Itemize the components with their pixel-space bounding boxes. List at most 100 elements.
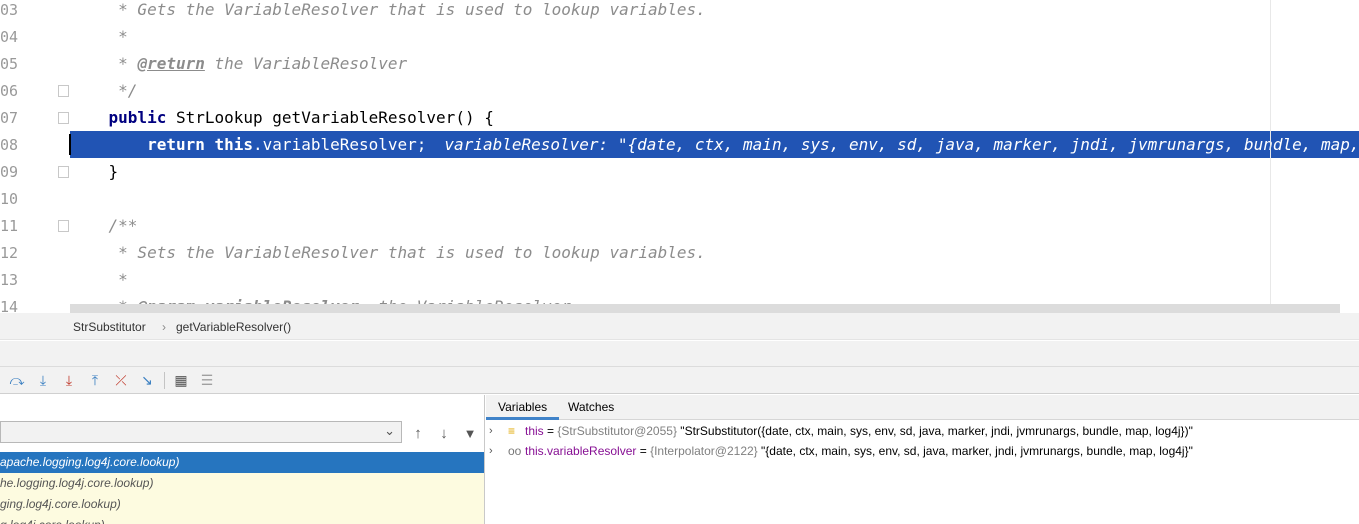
evaluate-expression-icon[interactable]: ▦: [172, 371, 190, 389]
frame-label: apache.logging.log4j.core.lookup): [0, 455, 180, 469]
step-into-icon[interactable]: ⤓: [34, 371, 52, 389]
line-number: 09: [0, 163, 19, 181]
line-number: 11: [0, 217, 19, 235]
code-token: *: [70, 54, 138, 73]
code-token: return this: [147, 135, 254, 154]
debug-tool-header: [0, 341, 1359, 367]
variables-panel: Variables Watches › ≡ this = {StrSubstituto…: [486, 395, 1359, 524]
line-number: 08: [0, 136, 19, 154]
code-token: @return: [137, 54, 205, 73]
code-token: *: [70, 270, 128, 289]
filter-icon[interactable]: ▼: [461, 424, 479, 442]
line-number: 06: [0, 82, 19, 100]
code-line[interactable]: *: [70, 23, 1359, 50]
frame-row[interactable]: ging.log4j.core.lookup): [0, 494, 484, 515]
horizontal-scrollbar[interactable]: [70, 304, 1340, 313]
variable-eq: =: [543, 424, 558, 438]
code-token: * Sets the VariableResolver that is used…: [70, 243, 706, 262]
code-line[interactable]: * @return the VariableResolver: [70, 50, 1359, 77]
gutter-line[interactable]: 12: [0, 239, 68, 266]
arrow-down-icon[interactable]: ↓: [435, 424, 453, 442]
variable-name: this.variableResolver: [525, 444, 637, 458]
frame-label: g.log4j.core.lookup): [0, 515, 105, 524]
gutter-line[interactable]: 07: [0, 104, 69, 131]
code-token: public: [108, 108, 167, 127]
step-over-icon[interactable]: ⤼: [8, 371, 26, 389]
code-area[interactable]: * Gets the VariableResolver that is used…: [69, 0, 1359, 313]
code-token: StrLookup getVariableResolver() {: [166, 108, 494, 127]
text-caret: [69, 134, 71, 155]
line-number: 04: [0, 28, 19, 46]
code-editor[interactable]: 03 04 05 06 07 08 09 10 11 12 13 14 * Gets the Vari…: [0, 0, 1359, 313]
variable-name: this: [525, 424, 544, 438]
code-line[interactable]: *: [70, 266, 1359, 293]
line-number: 07: [0, 109, 19, 127]
fold-marker-icon[interactable]: [58, 85, 69, 97]
trace-stream-icon[interactable]: ☰: [198, 371, 216, 389]
step-out-icon[interactable]: ⤒: [86, 371, 104, 389]
frame-label: he.logging.log4j.core.lookup): [0, 476, 154, 490]
gutter-line[interactable]: 06: [0, 77, 69, 104]
arrow-up-icon[interactable]: ↑: [409, 424, 427, 442]
gutter-line[interactable]: 10: [0, 185, 68, 212]
variable-obj: {Interpolator@2122}: [650, 444, 758, 458]
line-number-gutter[interactable]: 03 04 05 06 07 08 09 10 11 12 13 14: [0, 0, 69, 313]
force-step-into-icon[interactable]: ⤓: [60, 371, 78, 389]
toolbar-divider: [164, 372, 165, 389]
current-execution-line[interactable]: return this.variableResolver; variableRes…: [69, 131, 1359, 158]
frame-row[interactable]: he.logging.log4j.core.lookup): [0, 473, 484, 494]
code-line[interactable]: }: [70, 158, 1359, 185]
tab-watches[interactable]: Watches: [556, 395, 626, 420]
gutter-line[interactable]: 08: [0, 131, 68, 158]
line-number: 14: [0, 298, 19, 313]
variable-row[interactable]: › oo this.variableResolver = {Interpolator…: [486, 441, 1359, 461]
code-line[interactable]: */: [70, 77, 1359, 104]
gutter-line[interactable]: 11: [0, 212, 69, 239]
gutter-line[interactable]: 04: [0, 23, 68, 50]
breadcrumb-class[interactable]: StrSubstitutor: [73, 320, 146, 334]
variable-obj: {StrSubstitutor@2055}: [557, 424, 677, 438]
code-line[interactable]: /**: [70, 212, 1359, 239]
frame-row[interactable]: apache.logging.log4j.core.lookup): [0, 452, 484, 473]
gutter-line[interactable]: 03: [0, 0, 68, 23]
drop-frame-icon[interactable]: ⤫: [112, 371, 130, 389]
code-line[interactable]: [70, 185, 1359, 212]
variable-text: this = {StrSubstitutor@2055} "StrSubstit…: [525, 421, 1193, 441]
gutter-line[interactable]: 14: [0, 293, 68, 313]
line-number: 03: [0, 1, 19, 19]
gutter-line[interactable]: 05: [0, 50, 68, 77]
field-icon: ≡: [508, 424, 516, 438]
chevron-right-icon[interactable]: ›: [489, 441, 493, 461]
frame-row[interactable]: g.log4j.core.lookup): [0, 515, 484, 524]
fold-marker-icon[interactable]: [58, 112, 69, 124]
line-number: 10: [0, 190, 19, 208]
variable-row[interactable]: › ≡ this = {StrSubstitutor@2055} "StrSubst…: [486, 421, 1359, 441]
line-number: 13: [0, 271, 19, 289]
chevron-right-icon[interactable]: ›: [489, 421, 493, 441]
code-line[interactable]: * Gets the VariableResolver that is used…: [70, 0, 1359, 23]
variable-value: "StrSubstitutor({date, ctx, main, sys, e…: [676, 424, 1193, 438]
code-token: }: [70, 162, 119, 181]
gutter-line[interactable]: 13: [0, 266, 68, 293]
frames-panel: ⌄ ↑ ↓ ▼ apache.logging.log4j.core.lookup…: [0, 395, 485, 524]
thread-selector[interactable]: ⌄: [0, 421, 402, 443]
tab-variables[interactable]: Variables: [486, 395, 560, 420]
code-token: *: [70, 27, 128, 46]
variable-text: this.variableResolver = {Interpolator@21…: [525, 441, 1193, 461]
code-line[interactable]: public StrLookup getVariableResolver() {: [70, 104, 1359, 131]
line-number: 05: [0, 55, 19, 73]
gutter-line[interactable]: 09: [0, 158, 69, 185]
right-margin-guide: [1270, 0, 1271, 313]
run-to-cursor-icon[interactable]: ↘: [138, 371, 156, 389]
chevron-down-icon: ⌄: [384, 423, 395, 438]
code-token: /**: [108, 216, 138, 235]
fold-marker-icon[interactable]: [58, 220, 69, 232]
fold-marker-icon[interactable]: [58, 166, 69, 178]
code-token: .variableResolver;: [253, 135, 427, 154]
variables-tab-bar: Variables Watches: [486, 395, 1359, 420]
breadcrumb-method[interactable]: getVariableResolver(): [176, 320, 291, 334]
code-line[interactable]: * Sets the VariableResolver that is used…: [70, 239, 1359, 266]
